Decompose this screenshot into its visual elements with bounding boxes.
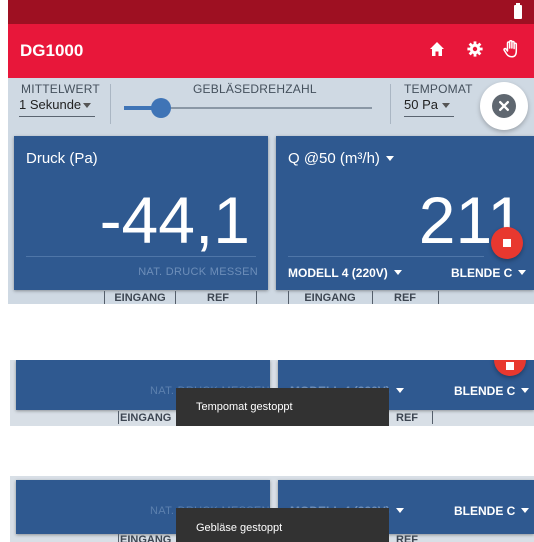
chevron-down-icon xyxy=(521,388,530,393)
divider xyxy=(390,84,391,124)
divider xyxy=(438,291,439,304)
divider xyxy=(175,291,176,304)
mittelwert-value: 1 Sekunde xyxy=(19,97,82,112)
settings-gear-icon[interactable] xyxy=(467,41,483,57)
tempomat-value: 50 Pa xyxy=(404,97,438,112)
tab-ref-right[interactable]: REF xyxy=(392,534,422,542)
chevron-down-icon xyxy=(442,103,450,108)
chevron-down-icon xyxy=(395,388,404,393)
divider xyxy=(26,256,256,257)
tab-ref-right[interactable]: REF xyxy=(392,412,422,424)
tab-eingang-left[interactable]: EINGANG xyxy=(106,292,174,304)
chevron-down-icon xyxy=(521,508,530,513)
stop-button[interactable] xyxy=(491,227,523,259)
snackbar-screenshot-2: NAT. DRUCK MESSEN MODELL 4 (220V) BLENDE… xyxy=(10,476,534,542)
x-glyph xyxy=(499,101,509,111)
stop-icon xyxy=(503,239,511,247)
geblaese-label: GEBLÄSEDREHZAHL xyxy=(193,82,317,96)
app-title: DG1000 xyxy=(20,41,84,60)
app-bar: DG1000 xyxy=(8,24,534,78)
tempomat-select[interactable]: 50 Pa xyxy=(404,93,454,117)
geblaese-slider-thumb[interactable] xyxy=(151,98,172,118)
main-screen: DG1000 MITTELWERT 1 Sekunde GEBLÄSEDREHZ… xyxy=(8,0,534,304)
divider xyxy=(104,291,105,304)
stop-icon xyxy=(506,362,514,370)
aperture-value: BLENDE C xyxy=(454,384,516,398)
pressure-value: -44,1 xyxy=(99,183,250,257)
flow-title: Q @50 (m³/h) xyxy=(288,150,380,167)
status-bar xyxy=(8,0,534,24)
battery-icon xyxy=(514,3,522,19)
aperture-select[interactable]: BLENDE C xyxy=(454,384,530,398)
snackbar-message: Gebläse gestoppt xyxy=(196,522,283,534)
tab-ref-left[interactable]: REF xyxy=(188,292,248,304)
hand-icon[interactable] xyxy=(503,40,519,58)
divider xyxy=(118,411,119,424)
flow-card: Q @50 (m³/h) 211 MODELL 4 (220V) BLENDE … xyxy=(276,136,534,290)
chevron-down-icon xyxy=(518,270,527,275)
measure-natural-pressure-link[interactable]: NAT. DRUCK MESSEN xyxy=(138,266,258,278)
chevron-down-icon xyxy=(83,103,91,108)
home-icon[interactable] xyxy=(429,41,445,57)
tab-eingang-left[interactable]: EINGANG xyxy=(120,412,172,424)
close-button[interactable] xyxy=(480,82,528,130)
chevron-down-icon xyxy=(395,508,404,513)
divider xyxy=(288,291,289,304)
aperture-value: BLENDE C xyxy=(454,504,516,518)
chevron-down-icon xyxy=(385,156,394,161)
close-icon xyxy=(492,94,516,118)
snackbar-screenshot-1: NAT. DRUCK MESSEN MODELL 4 (220V) BLENDE… xyxy=(10,360,534,426)
mittelwert-select[interactable]: 1 Sekunde xyxy=(19,93,95,117)
divider xyxy=(110,84,111,124)
pressure-card: Druck (Pa) -44,1 NAT. DRUCK MESSEN xyxy=(14,136,268,290)
model-select[interactable]: MODELL 4 (220V) xyxy=(288,266,402,280)
aperture-value: BLENDE C xyxy=(451,266,513,280)
tab-eingang-left[interactable]: EINGANG xyxy=(120,534,172,542)
divider xyxy=(288,256,484,257)
pressure-title: Druck (Pa) xyxy=(26,150,98,167)
snackbar: Tempomat gestoppt xyxy=(176,388,389,426)
flow-title-select[interactable]: Q @50 (m³/h) xyxy=(288,150,394,167)
tab-eingang-right[interactable]: EINGANG xyxy=(290,292,370,304)
chevron-down-icon xyxy=(393,270,402,275)
divider xyxy=(256,291,257,304)
model-value: MODELL 4 (220V) xyxy=(288,266,388,280)
snackbar-message: Tempomat gestoppt xyxy=(196,401,293,413)
aperture-select[interactable]: BLENDE C xyxy=(454,504,530,518)
divider xyxy=(118,534,119,542)
divider xyxy=(432,411,433,424)
snackbar: Gebläse gestoppt xyxy=(176,508,389,542)
aperture-select[interactable]: BLENDE C xyxy=(451,266,527,280)
tab-ref-right[interactable]: REF xyxy=(380,292,430,304)
divider xyxy=(372,291,373,304)
